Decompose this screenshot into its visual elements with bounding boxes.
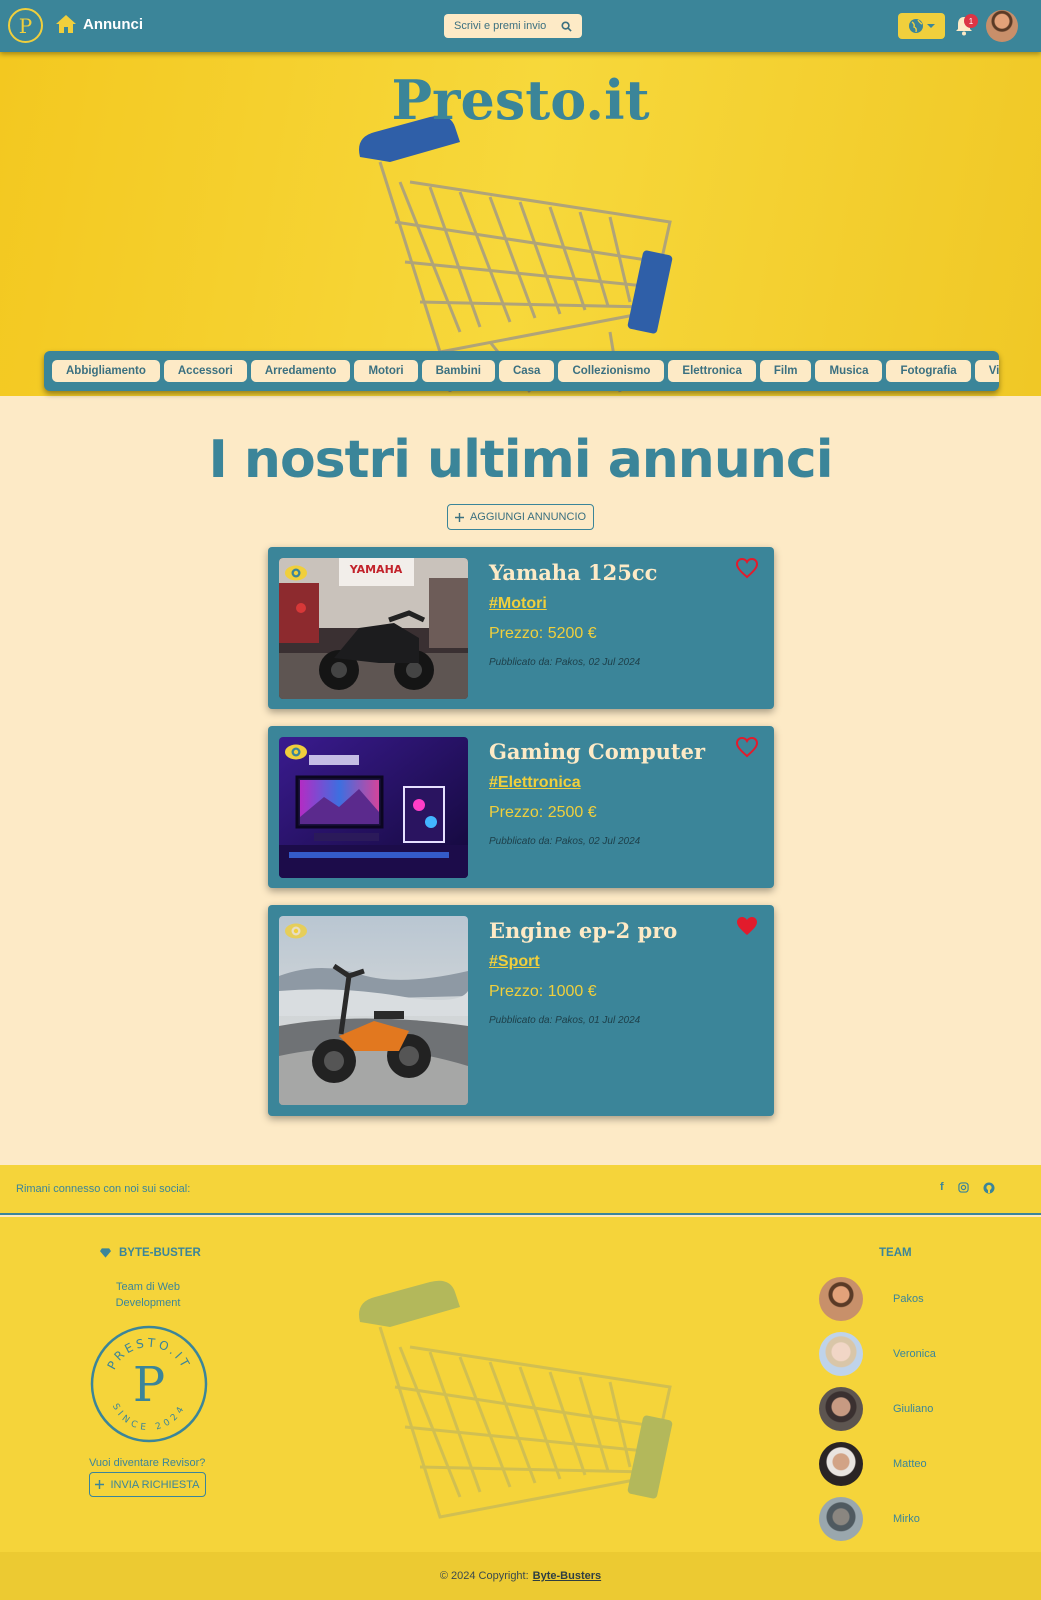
social-icons: f [940, 1181, 995, 1194]
avatar [819, 1332, 863, 1376]
send-request-button[interactable]: INVIA RICHIESTA [89, 1472, 206, 1497]
chevron-down-icon [927, 24, 935, 28]
presto-stamp-logo: PRESTO.IT SINCE 2024 P [90, 1325, 208, 1443]
revisor-question: Vuoi diventare Revisor? [89, 1457, 206, 1469]
team-member[interactable]: Pakos [819, 1277, 969, 1321]
team-member-name: Mirko [893, 1513, 920, 1525]
team-member-name: Pakos [893, 1293, 924, 1305]
category-pill[interactable]: Elettronica [668, 360, 756, 382]
category-pill[interactable]: Abbigliamento [52, 360, 160, 382]
listing-price: Prezzo: 1000 € [489, 983, 597, 1000]
team-member[interactable]: Giuliano [819, 1387, 969, 1431]
logo-letter: P [18, 13, 33, 38]
category-pill[interactable]: Motori [354, 360, 418, 382]
footer-cart-watermark [359, 1280, 673, 1519]
eye-icon[interactable] [284, 564, 308, 582]
svg-text:YAMAHA: YAMAHA [349, 563, 403, 576]
stamp-letter: P [133, 1357, 165, 1413]
team-member-name: Giuliano [893, 1403, 934, 1415]
add-listing-button[interactable]: AGGIUNGI ANNUNCIO [447, 504, 594, 530]
home-label: Annunci [83, 15, 143, 33]
listing-category-link[interactable]: #Sport [489, 953, 540, 971]
notification-badge: 1 [964, 14, 978, 28]
category-bar: Abbigliamento Accessori Arredamento Motori B… [44, 351, 999, 391]
home-link[interactable]: Annunci [55, 14, 143, 34]
listing-published: Pubblicato da: Pakos, 02 Jul 2024 [489, 657, 641, 668]
listing-category-link[interactable]: #Elettronica [489, 774, 581, 792]
search-icon[interactable] [561, 20, 572, 32]
team-member[interactable]: Mirko [819, 1497, 969, 1541]
category-pill[interactable]: Fotografia [886, 360, 971, 382]
team-member[interactable]: Veronica [819, 1332, 969, 1376]
github-icon[interactable] [983, 1182, 995, 1194]
notifications-button[interactable]: 1 [953, 14, 979, 38]
gem-icon [100, 1248, 111, 1258]
listing-title[interactable]: Gaming Computer [489, 739, 705, 764]
listing-price: Prezzo: 5200 € [489, 625, 597, 642]
listing-image-e-bike[interactable] [279, 916, 468, 1105]
category-pill[interactable]: Musica [815, 360, 883, 382]
plus-icon [454, 512, 464, 522]
brand-heading: BYTE-BUSTER [100, 1247, 201, 1259]
social-text: Rimani connesso con noi sui social: [16, 1183, 191, 1195]
category-pill[interactable]: Film [759, 360, 812, 382]
language-dropdown[interactable] [898, 13, 945, 39]
brand-name: BYTE-BUSTER [119, 1247, 201, 1259]
category-pill[interactable]: Videogioc [974, 360, 999, 382]
brand-subtitle: Team di Web Development [115, 1281, 181, 1309]
avatar [819, 1497, 863, 1541]
footer-copyright: © 2024 Copyright: Byte-Busters [0, 1552, 1041, 1600]
hero-banner: Presto.it [0, 52, 1041, 396]
heart-outline-icon[interactable] [735, 557, 759, 579]
plus-icon [95, 1480, 105, 1489]
page-title: I nostri ultimi annunci [208, 430, 833, 490]
category-pill[interactable]: Bambini [421, 360, 495, 382]
avatar [819, 1277, 863, 1321]
listing-price: Prezzo: 2500 € [489, 804, 597, 821]
category-pill[interactable]: Accessori [163, 360, 247, 382]
listing-published: Pubblicato da: Pakos, 02 Jul 2024 [489, 836, 641, 847]
hero-title: Presto.it [391, 68, 650, 132]
eye-icon[interactable] [284, 743, 308, 761]
add-listing-label: AGGIUNGI ANNUNCIO [469, 511, 587, 523]
category-pill[interactable]: Collezionismo [558, 360, 665, 382]
category-pill[interactable]: Arredamento [250, 360, 351, 382]
heart-outline-icon[interactable] [735, 736, 759, 758]
eye-icon[interactable] [284, 922, 308, 940]
listing-published: Pubblicato da: Pakos, 01 Jul 2024 [489, 1015, 641, 1026]
category-pill[interactable]: Casa [498, 360, 555, 382]
team-member[interactable]: Matteo [819, 1442, 969, 1486]
search-placeholder: Scrivi e premi invio [454, 20, 547, 32]
home-icon [56, 15, 76, 33]
listing-title[interactable]: Engine ep-2 pro [489, 918, 677, 943]
listing-title[interactable]: Yamaha 125cc [489, 560, 657, 585]
facebook-icon[interactable]: f [940, 1181, 944, 1194]
team-member-name: Veronica [893, 1348, 936, 1360]
avatar [819, 1442, 863, 1486]
team-heading: TEAM [879, 1247, 912, 1259]
heart-filled-icon[interactable] [735, 915, 759, 937]
send-request-label: INVIA RICHIESTA [110, 1478, 200, 1491]
listing-card[interactable]: Gaming Computer #Elettronica Prezzo: 250… [268, 726, 774, 888]
copyright-text: © 2024 Copyright: [439, 1570, 529, 1582]
listing-category-link[interactable]: #Motori [489, 595, 547, 613]
avatar [819, 1387, 863, 1431]
globe-icon [909, 19, 923, 33]
listing-card[interactable]: Engine ep-2 pro #Sport Prezzo: 1000 € Pu… [268, 905, 774, 1116]
team-member-name: Matteo [893, 1458, 927, 1470]
logo-link[interactable]: P [8, 8, 43, 43]
footer-social-bar: Rimani connesso con noi sui social: f [0, 1165, 1041, 1215]
navbar: P Annunci Scrivi e premi invio 1 [0, 0, 1041, 52]
user-avatar[interactable] [986, 10, 1018, 42]
instagram-icon[interactable] [957, 1182, 969, 1193]
search-input[interactable]: Scrivi e premi invio [444, 14, 582, 38]
footer-main: BYTE-BUSTER Team di Web Development PRES… [0, 1217, 1041, 1552]
copyright-link[interactable]: Byte-Busters [533, 1570, 601, 1582]
listing-card[interactable]: YAMAHA Yamaha 125cc #Motori Prezzo: 5200… [268, 547, 774, 709]
